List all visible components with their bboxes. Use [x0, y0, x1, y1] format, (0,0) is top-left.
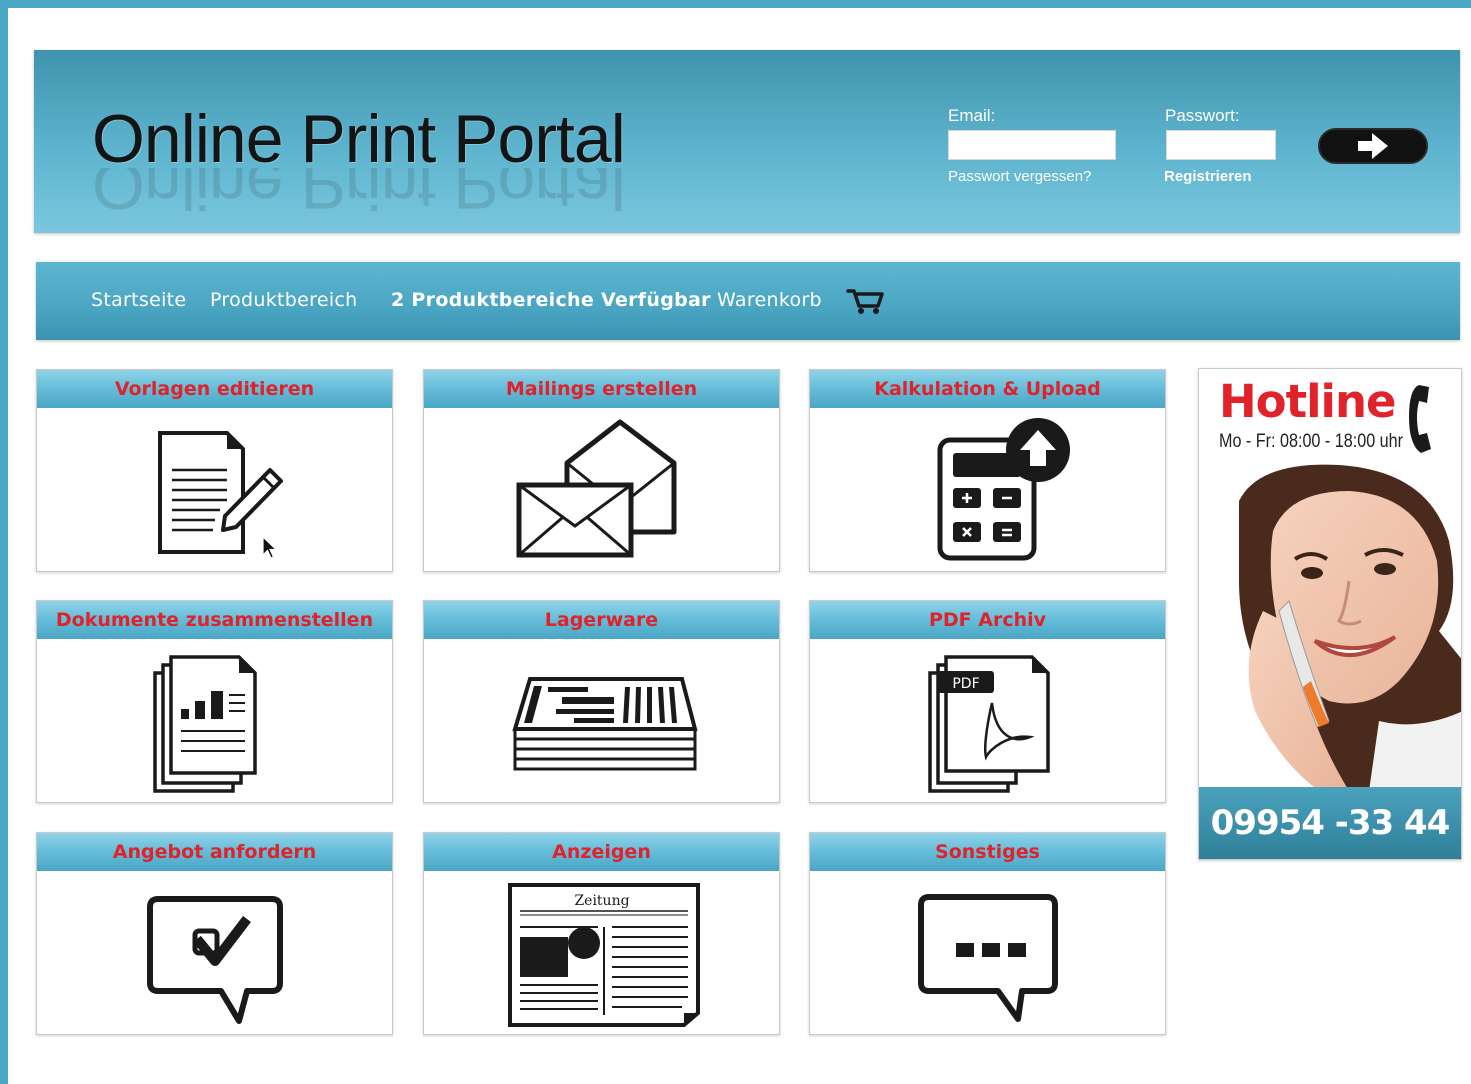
phone-icon	[1409, 385, 1431, 453]
nav-warenkorb[interactable]: Warenkorb	[717, 289, 822, 311]
tile-pdf-archiv[interactable]: PDF Archiv PDF	[809, 600, 1166, 803]
site-logo[interactable]: Online Print Portal	[92, 100, 626, 178]
hotline-banner[interactable]: Hotline Mo - Fr: 08:00 - 18:00 uhr 09954…	[1198, 368, 1462, 860]
tile-icon-area	[810, 871, 1165, 1034]
tile-lagerware[interactable]: Lagerware	[423, 600, 780, 803]
password-input[interactable]	[1166, 130, 1276, 160]
tile-angebot-anfordern[interactable]: Angebot anfordern	[36, 832, 393, 1035]
register-link[interactable]: Registrieren	[1164, 168, 1252, 185]
forgot-password-link[interactable]: Passwort vergessen?	[948, 168, 1091, 185]
tile-title: Vorlagen editieren	[37, 370, 392, 408]
tile-icon-area	[37, 871, 392, 1034]
shopping-cart-icon[interactable]	[846, 286, 886, 316]
newspaper-icon: Zeitung	[507, 883, 700, 1027]
tile-icon-area	[37, 408, 392, 571]
tile-title: Sonstiges	[810, 833, 1165, 871]
tile-icon-area	[424, 639, 779, 802]
tile-title: Angebot anfordern	[37, 833, 392, 871]
tile-icon-area: PDF	[810, 639, 1165, 802]
envelopes-icon	[516, 419, 676, 558]
pdf-label-text: PDF	[952, 676, 979, 692]
tile-title: PDF Archiv	[810, 601, 1165, 639]
tile-icon-area	[424, 408, 779, 571]
site-logo-reflection: Online Print Portal	[92, 168, 625, 223]
tile-icon-area	[37, 639, 392, 802]
mouse-cursor-icon	[262, 536, 278, 559]
tile-icon-area: Zeitung	[424, 871, 779, 1034]
tile-title: Mailings erstellen	[424, 370, 779, 408]
login-button[interactable]	[1318, 128, 1428, 164]
tile-vorlagen-editieren[interactable]: Vorlagen editieren	[36, 369, 393, 572]
email-input[interactable]	[948, 130, 1116, 160]
support-agent-photo	[1199, 461, 1461, 791]
tile-title: Anzeigen	[424, 833, 779, 871]
tile-mailings-erstellen[interactable]: Mailings erstellen	[423, 369, 780, 572]
tile-kalkulation-upload[interactable]: Kalkulation & Upload	[809, 369, 1166, 572]
checkmark-speech-bubble-icon	[146, 896, 283, 1024]
documents-stack-icon	[152, 655, 257, 793]
pdf-archive-icon: PDF	[927, 655, 1050, 793]
tile-title: Dokumente zusammenstellen	[37, 601, 392, 639]
paper-stack-icon	[511, 677, 698, 771]
tile-sonstiges[interactable]: Sonstiges	[809, 832, 1166, 1035]
arrow-right-icon	[1358, 133, 1388, 159]
nav-startseite[interactable]: Startseite	[91, 289, 186, 311]
nav-produktbereich[interactable]: Produktbereich	[210, 289, 358, 311]
tile-dokumente-zusammenstellen[interactable]: Dokumente zusammenstellen	[36, 600, 393, 803]
tile-title: Lagerware	[424, 601, 779, 639]
ellipsis-speech-bubble-icon	[917, 894, 1058, 1022]
main-navigation: Startseite Produktbereich 2 Produktberei…	[36, 262, 1460, 340]
tile-title: Kalkulation & Upload	[810, 370, 1165, 408]
header-banner: Online Print Portal Online Print Portal …	[34, 50, 1460, 233]
email-label: Email:	[948, 106, 996, 125]
tile-anzeigen[interactable]: Anzeigen Zeitung	[423, 832, 780, 1035]
tile-icon-area	[810, 408, 1165, 571]
calculator-upload-icon	[937, 418, 1070, 561]
password-label: Passwort:	[1165, 106, 1240, 125]
newspaper-title-text: Zeitung	[574, 893, 629, 909]
hotline-title: Hotline	[1219, 375, 1396, 428]
nav-produktbereiche-verfuegbar[interactable]: 2 Produktbereiche Verfügbar	[391, 289, 711, 311]
page: Online Print Portal Online Print Portal …	[8, 8, 1471, 1084]
hotline-number[interactable]: 09954 -33 44 11	[1199, 787, 1461, 859]
hotline-hours: Mo - Fr: 08:00 - 18:00 uhr	[1219, 431, 1404, 452]
